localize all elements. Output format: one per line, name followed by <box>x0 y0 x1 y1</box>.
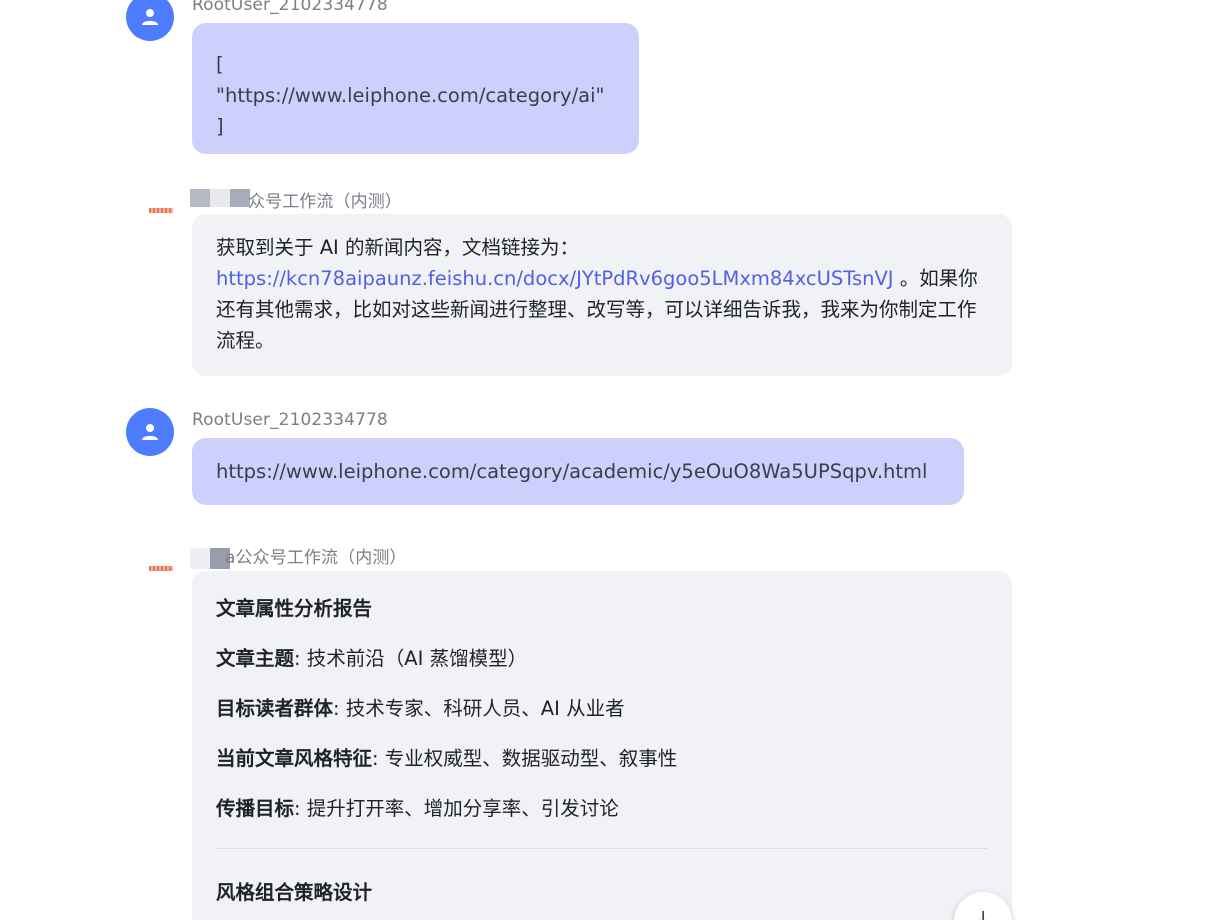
message-text-intro: 获取到关于 AI 的新闻内容，文档链接为： <box>216 236 579 259</box>
bot-logo <box>190 189 250 207</box>
row-key: 当前文章风格特征 <box>216 747 373 770</box>
message-text-continuation: 。如果 <box>893 267 959 290</box>
bot-message-bubble: 获取到关于 AI 的新闻内容，文档链接为： https://kcn78aipau… <box>192 214 1012 376</box>
report-row-topic: 文章主题: 技术前沿（AI 蒸馏模型） <box>216 643 988 674</box>
user-message-bubble: https://www.leiphone.com/category/academ… <box>192 438 964 505</box>
message-line: ] <box>216 115 224 138</box>
row-key: 目标读者群体 <box>216 697 334 720</box>
sender-name: RootUser_2102334778 <box>192 0 388 15</box>
bot-sender-name: 众号工作流（内测） <box>248 192 402 212</box>
row-key: 传播目标 <box>216 797 295 820</box>
arrow-down-icon: ↓ <box>975 908 991 920</box>
bot-sender-name: a公众号工作流（内测） <box>225 548 407 568</box>
sender-name: RootUser_2102334778 <box>192 410 388 430</box>
user-avatar[interactable] <box>126 408 174 456</box>
section-title: 风格组合策略设计 <box>216 881 373 904</box>
user-message-bubble: [ "https://www.leiphone.com/category/ai"… <box>192 23 639 154</box>
user-avatar[interactable] <box>126 0 174 41</box>
bot-avatar-mark <box>149 208 173 213</box>
user-icon <box>142 9 158 25</box>
document-link[interactable]: https://kcn78aipaunz.feishu.cn/docx/JYtP… <box>216 267 894 290</box>
report-row-goal: 传播目标: 提升打开率、增加分享率、引发讨论 <box>216 793 988 824</box>
section-divider <box>216 848 988 849</box>
row-value: : 技术专家、科研人员、AI 从业者 <box>333 697 625 720</box>
user-icon <box>142 424 158 440</box>
report-row-audience: 目标读者群体: 技术专家、科研人员、AI 从业者 <box>216 693 988 724</box>
analysis-report-bubble: 文章属性分析报告 文章主题: 技术前沿（AI 蒸馏模型） 目标读者群体: 技术专… <box>192 571 1012 920</box>
row-value: : 专业权威型、数据驱动型、叙事性 <box>372 747 678 770</box>
bot-avatar-mark <box>149 566 173 571</box>
row-value: : 技术前沿（AI 蒸馏模型） <box>294 647 528 670</box>
bot-logo <box>190 548 230 569</box>
message-line: "https://www.leiphone.com/category/ai" <box>216 84 605 107</box>
chat-thread: RootUser_2102334778 [ "https://www.leiph… <box>0 0 1227 920</box>
message-text: 获取到关于 AI 的新闻内容，文档链接为： https://kcn78aipau… <box>216 232 988 356</box>
report-title: 文章属性分析报告 <box>216 597 373 620</box>
row-key: 文章主题 <box>216 647 295 670</box>
message-text: https://www.leiphone.com/category/academ… <box>216 460 928 483</box>
row-value: : 提升打开率、增加分享率、引发讨论 <box>294 797 619 820</box>
message-line: [ <box>216 53 224 76</box>
report-row-style: 当前文章风格特征: 专业权威型、数据驱动型、叙事性 <box>216 743 988 774</box>
